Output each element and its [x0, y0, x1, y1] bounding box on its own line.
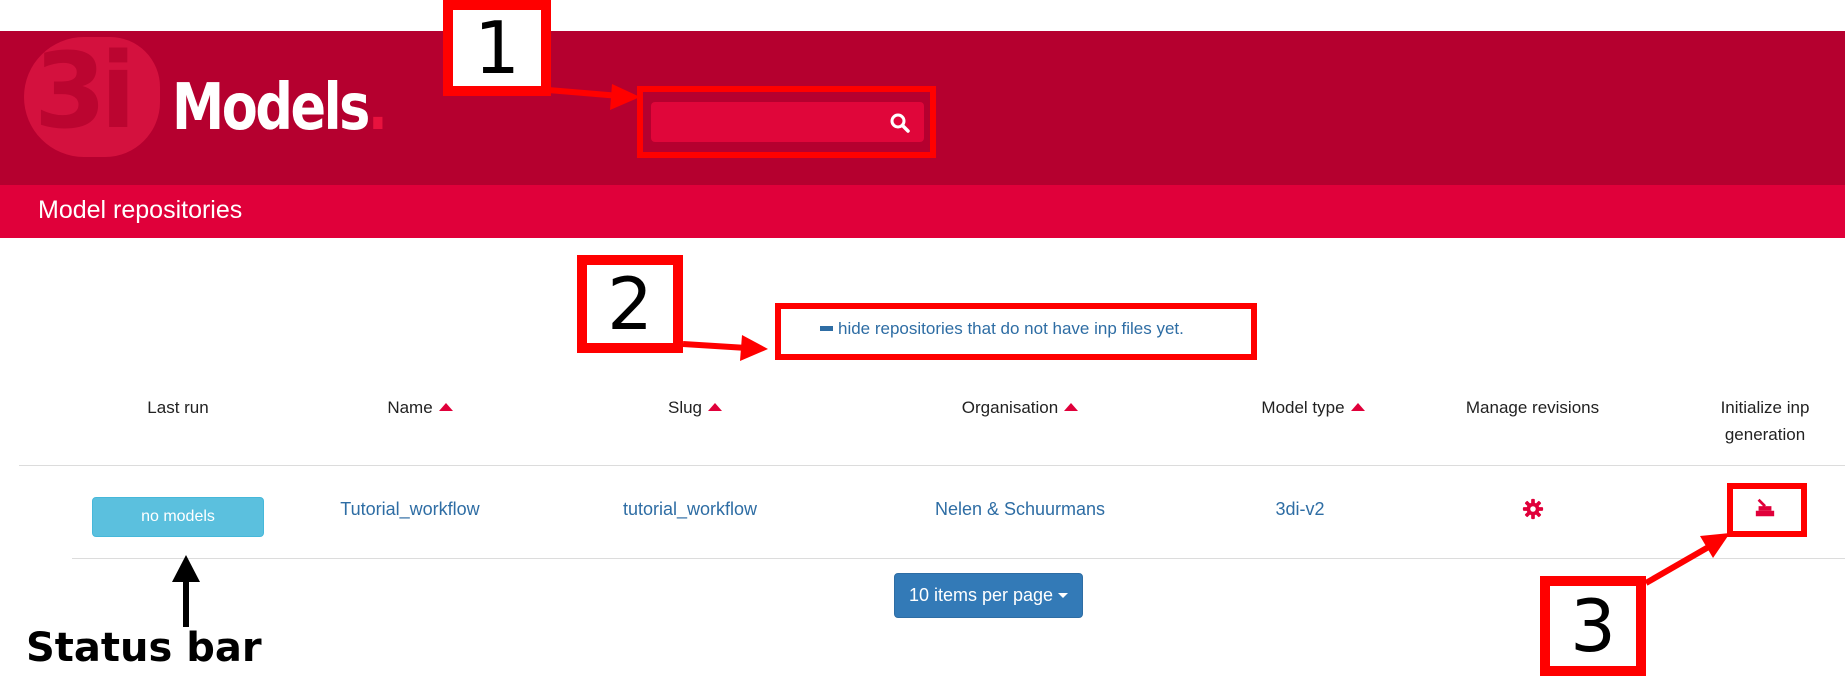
- column-label: Organisation: [961, 398, 1059, 417]
- annotation-box-init: [1727, 483, 1807, 537]
- logo-text: Models: [172, 71, 370, 145]
- table-header-divider: [19, 465, 1845, 466]
- gear-icon[interactable]: [1522, 498, 1544, 520]
- repository-slug-link[interactable]: tutorial_workflow: [600, 499, 780, 520]
- logo-title[interactable]: Models.: [172, 76, 388, 140]
- column-header-manage-revisions: Manage revisions: [1450, 394, 1615, 421]
- column-label: Initialize inp generation: [1720, 398, 1810, 444]
- page-title: Model repositories: [38, 196, 243, 224]
- items-per-page-label: 10 items per page: [908, 585, 1054, 605]
- annotation-marker-3: 3: [1540, 576, 1646, 676]
- sort-up-icon[interactable]: [438, 403, 453, 412]
- column-header-organisation[interactable]: Organisation: [935, 394, 1105, 421]
- subheader-bar: [0, 185, 1845, 238]
- column-label: Name: [387, 398, 433, 417]
- status-bar-label: Status bar: [26, 625, 262, 671]
- column-label: Last run: [147, 398, 209, 417]
- column-label: Model type: [1261, 398, 1345, 417]
- column-label: Manage revisions: [1465, 398, 1600, 417]
- logo-dot: .: [367, 71, 388, 145]
- sort-up-icon[interactable]: [1350, 403, 1365, 412]
- annotation-box-search: [637, 86, 936, 158]
- organisation-link[interactable]: Nelen & Schuurmans: [910, 499, 1130, 520]
- sort-up-icon[interactable]: [1064, 403, 1079, 412]
- table-row-divider: [72, 558, 1845, 559]
- sort-up-icon[interactable]: [708, 403, 723, 412]
- column-header-initialize-inp: Initialize inp generation: [1705, 394, 1825, 448]
- column-header-last-run: Last run: [123, 394, 233, 421]
- repository-name-link[interactable]: Tutorial_workflow: [320, 499, 500, 520]
- annotation-box-filter: [775, 303, 1257, 360]
- model-type-link[interactable]: 3di-v2: [1250, 499, 1350, 520]
- logo-mark: 3i: [24, 37, 160, 157]
- items-per-page-dropdown[interactable]: 10 items per page: [894, 573, 1083, 618]
- annotation-marker-1: 1: [443, 0, 551, 96]
- chevron-down-icon: [1058, 592, 1069, 598]
- column-label: Slug: [667, 398, 703, 417]
- column-header-slug[interactable]: Slug: [640, 394, 750, 421]
- annotation-marker-2: 2: [577, 255, 683, 353]
- column-header-model-type[interactable]: Model type: [1228, 394, 1398, 421]
- status-badge[interactable]: no models: [92, 497, 264, 537]
- column-header-name[interactable]: Name: [355, 394, 485, 421]
